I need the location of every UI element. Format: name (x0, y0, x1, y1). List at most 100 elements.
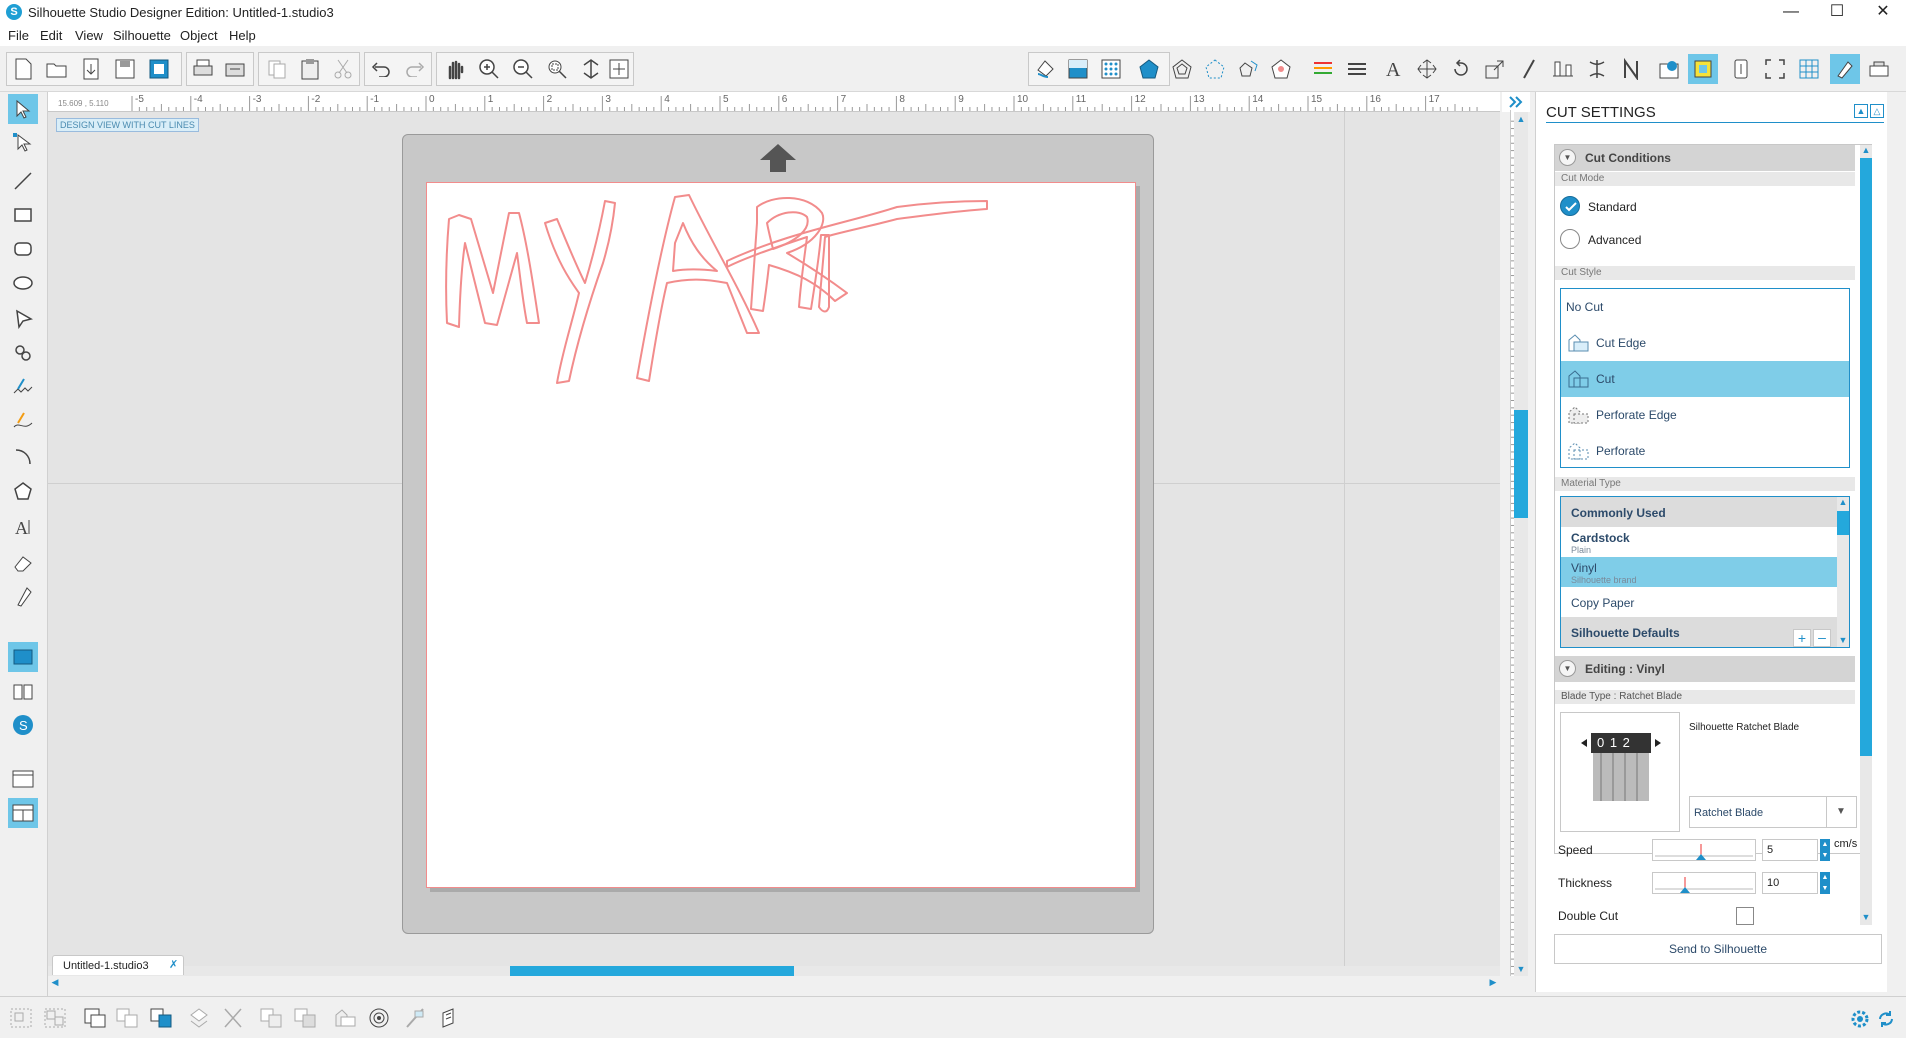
edit-points-tool-icon[interactable] (8, 128, 38, 158)
split-view-icon[interactable] (8, 798, 38, 828)
scroll-down-arrow-icon[interactable]: ▼ (1514, 962, 1528, 976)
send-to-silhouette-button[interactable]: Send to Silhouette (1554, 934, 1882, 964)
replicate-icon[interactable] (1233, 54, 1263, 84)
design-artwork[interactable] (427, 183, 1137, 889)
horizontal-scrollbar-thumb[interactable] (510, 966, 794, 976)
thickness-slider[interactable] (1652, 872, 1756, 894)
material-vinyl[interactable]: Vinyl Silhouette brand (1561, 557, 1837, 587)
thickness-stepper[interactable]: ▲ ▼ (1820, 872, 1830, 894)
print-cut-icon[interactable] (220, 54, 250, 84)
open-folder-icon[interactable] (42, 54, 72, 84)
pattern-fill-icon[interactable] (1096, 54, 1126, 84)
design-view-icon[interactable] (8, 764, 38, 794)
menu-help[interactable]: Help (229, 28, 256, 43)
pentagon-shape-icon[interactable] (1134, 54, 1164, 84)
zoom-in-icon[interactable] (474, 54, 504, 84)
panel-scroll-down-icon[interactable]: ▼ (1860, 912, 1872, 924)
polygon-tool-icon[interactable] (8, 304, 38, 334)
mirror-icon[interactable] (290, 1005, 320, 1031)
panel-scroll-up-icon[interactable]: ▲ (1860, 145, 1872, 157)
design-canvas[interactable]: DESIGN VIEW WITH CUT LINES (48, 112, 1500, 976)
save-icon[interactable] (110, 54, 140, 84)
design-page[interactable] (426, 182, 1136, 888)
document-tab[interactable]: Untitled-1.studio3 ✗ (52, 955, 184, 975)
grid-icon[interactable] (1794, 54, 1824, 84)
modify-shape-icon[interactable] (1266, 54, 1296, 84)
dropdown-arrow-icon[interactable]: ▼ (1836, 806, 1846, 817)
menu-silhouette[interactable]: Silhouette (113, 28, 171, 43)
scroll-right-arrow-icon[interactable]: ▶ (1486, 976, 1500, 988)
curve-tool-icon[interactable] (8, 338, 38, 368)
editing-chevron-icon[interactable]: ▼ (1559, 660, 1576, 677)
import-icon[interactable] (76, 54, 106, 84)
eraser-tool-icon[interactable] (8, 548, 38, 578)
speed-slider[interactable] (1652, 839, 1756, 861)
send-panel-icon[interactable] (1726, 54, 1756, 84)
drag-zoom-icon[interactable] (576, 54, 606, 84)
cut-settings-icon[interactable] (1830, 54, 1860, 84)
panel-scrollbar-thumb[interactable] (1860, 158, 1872, 756)
line-tool-icon[interactable] (8, 166, 38, 196)
select-tool-icon[interactable] (8, 94, 38, 124)
scale-icon[interactable] (1480, 54, 1510, 84)
rotate-icon[interactable] (1446, 54, 1476, 84)
design-page-tool-icon[interactable] (8, 642, 38, 672)
rectangle-tool-icon[interactable] (8, 200, 38, 230)
trace-icon[interactable] (1200, 54, 1230, 84)
double-cut-checkbox[interactable] (1736, 907, 1754, 925)
panel-pin-icon[interactable]: ▲ (1854, 104, 1868, 118)
line-style-icon[interactable] (1342, 54, 1372, 84)
arc-tool-icon[interactable] (8, 442, 38, 472)
fill-icon[interactable] (1030, 54, 1060, 84)
shear-icon[interactable] (1514, 54, 1544, 84)
minimize-button[interactable]: — (1768, 0, 1814, 24)
scroll-left-arrow-icon[interactable]: ◀ (48, 976, 62, 988)
ellipse-tool-icon[interactable] (8, 268, 38, 298)
menu-edit[interactable]: Edit (40, 28, 62, 43)
shape-icon[interactable] (330, 1005, 360, 1031)
vertical-scrollbar-thumb[interactable] (1514, 410, 1528, 518)
menu-view[interactable]: View (75, 28, 103, 43)
scroll-up-arrow-icon[interactable]: ▲ (1514, 112, 1528, 126)
material-scrollbar-thumb[interactable] (1837, 511, 1849, 535)
vertical-scrollbar[interactable] (1514, 112, 1528, 976)
bring-to-front-icon[interactable] (146, 1005, 176, 1031)
zoom-out-icon[interactable] (508, 54, 538, 84)
editing-header[interactable]: ▼ Editing : Vinyl (1555, 656, 1855, 682)
print-border-icon[interactable] (434, 1005, 464, 1031)
cut-conditions-header[interactable]: ▼ Cut Conditions (1555, 145, 1855, 171)
align-icon[interactable] (1548, 54, 1578, 84)
group-icon[interactable] (6, 1005, 36, 1031)
cut-scissors-icon[interactable] (328, 54, 358, 84)
knife-tool-icon[interactable] (8, 582, 38, 612)
regular-polygon-tool-icon[interactable] (8, 476, 38, 506)
send-to-silhouette-icon[interactable] (1864, 54, 1894, 84)
thickness-input[interactable]: 10 (1762, 872, 1818, 894)
offset-icon[interactable] (1167, 54, 1197, 84)
fill-color-icon[interactable] (1063, 54, 1093, 84)
remove-material-icon[interactable]: – (1813, 629, 1831, 647)
material-scroll-up-icon[interactable]: ▲ (1837, 497, 1849, 509)
cut-style-cut-edge[interactable]: Cut Edge (1561, 325, 1849, 361)
new-file-icon[interactable] (8, 54, 38, 84)
redo-icon[interactable] (400, 54, 430, 84)
material-scroll-down-icon[interactable]: ▼ (1837, 635, 1849, 647)
copy-icon[interactable] (262, 54, 292, 84)
undo-icon[interactable] (366, 54, 396, 84)
material-cardstock[interactable]: Cardstock Plain (1561, 527, 1837, 557)
rounded-rectangle-tool-icon[interactable] (8, 234, 38, 264)
advanced-radio[interactable] (1560, 229, 1580, 249)
speed-input[interactable]: 5 (1762, 839, 1818, 861)
add-material-icon[interactable]: + (1793, 629, 1811, 647)
library-icon[interactable] (144, 54, 174, 84)
cut-style-cut[interactable]: Cut (1561, 361, 1849, 397)
ungroup-icon[interactable] (40, 1005, 70, 1031)
duplicate-icon[interactable] (256, 1005, 286, 1031)
cut-style-perforate-edge[interactable]: Perforate Edge (1561, 397, 1849, 433)
transform-icon[interactable] (1412, 54, 1442, 84)
maximize-button[interactable]: ☐ (1814, 0, 1860, 24)
menu-object[interactable]: Object (180, 28, 218, 43)
library-store-icon[interactable] (1688, 54, 1718, 84)
panel-toggle[interactable] (1502, 92, 1530, 112)
panel-collapse-icon[interactable]: △ (1870, 104, 1884, 118)
